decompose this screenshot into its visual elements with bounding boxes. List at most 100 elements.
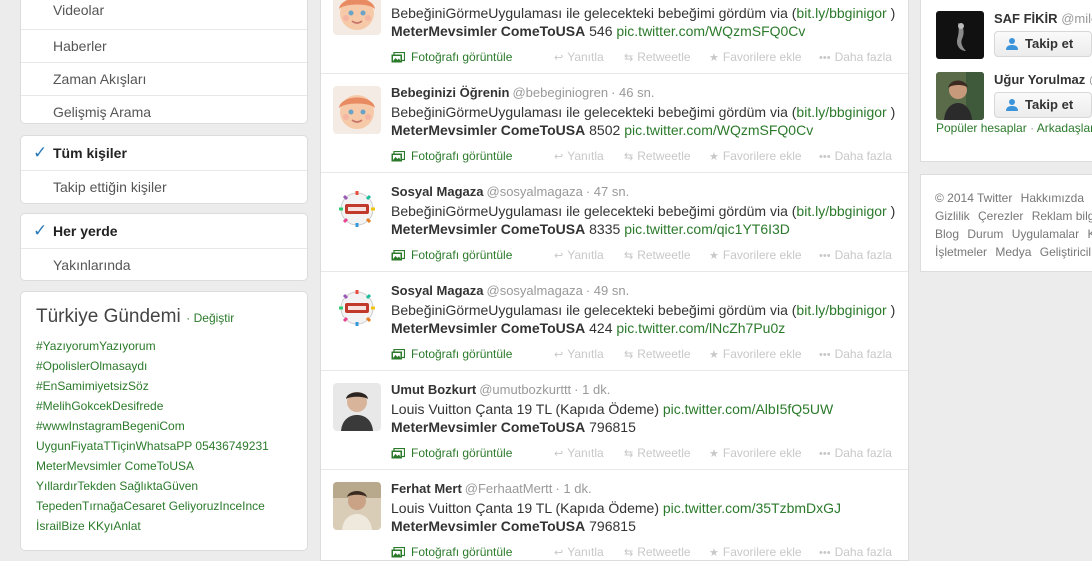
- avatar[interactable]: [333, 482, 381, 530]
- tweet-username[interactable]: @FerhaatMertt: [465, 481, 553, 496]
- footer-link[interactable]: Medya: [995, 245, 1031, 259]
- find-friends-link[interactable]: Arkadaşları: [1037, 121, 1092, 135]
- reply-button[interactable]: ↩ Yanıtla: [554, 545, 604, 559]
- favorite-button[interactable]: ★ Favorilere ekle: [709, 149, 802, 163]
- tweet[interactable]: Sosyal Magaza @sosyalmagaza · 47 sn. Bebeği…: [321, 173, 908, 272]
- footer-link[interactable]: Blog: [935, 227, 959, 241]
- filter-people-you-follow[interactable]: Takip ettiğin kişiler: [21, 170, 307, 203]
- retweet-button[interactable]: ⇆ Retweetle: [624, 545, 691, 559]
- tweet-link[interactable]: pic.twitter.com/35TzbmDxGJ: [663, 500, 841, 516]
- footer-link[interactable]: Reklam bilg: [1032, 209, 1092, 223]
- tweet-fullname[interactable]: Ferhat Mert: [391, 481, 462, 496]
- tweet[interactable]: BebeğiniGörmeUygulaması ile gelecekteki …: [321, 0, 908, 74]
- tweet-fullname[interactable]: Umut Bozkurt: [391, 382, 476, 397]
- nav-videos[interactable]: Videolar: [21, 0, 307, 29]
- tweet-timestamp[interactable]: 49 sn.: [594, 283, 629, 298]
- trend-item[interactable]: #MelihGokcekDesifrede: [36, 396, 292, 416]
- retweet-button[interactable]: ⇆ Retweetle: [624, 149, 691, 163]
- tweet-username[interactable]: @sosyalmagaza: [487, 283, 583, 298]
- trend-item[interactable]: #wwwInstagramBegeniCom: [36, 416, 292, 436]
- view-photo-button[interactable]: Fotoğrafı görüntüle: [391, 50, 512, 66]
- footer-link[interactable]: Gizlilik: [935, 209, 970, 223]
- favorite-button[interactable]: ★ Favorilere ekle: [709, 50, 802, 64]
- footer-link[interactable]: Uygulamalar: [1012, 227, 1079, 241]
- view-photo-button[interactable]: Fotoğrafı görüntüle: [391, 149, 512, 165]
- trend-item[interactable]: #EnSamimiyetsizSöz: [36, 376, 292, 396]
- tweet-link[interactable]: bit.ly/bbginigor: [796, 5, 886, 21]
- reply-button[interactable]: ↩ Yanıtla: [554, 149, 604, 163]
- trend-item[interactable]: MeterMevsimler ComeToUSA: [36, 456, 292, 476]
- tweet-link[interactable]: pic.twitter.com/AlbI5fQ5UW: [663, 401, 833, 417]
- avatar[interactable]: [333, 0, 381, 35]
- more-button[interactable]: ••• Daha fazla: [819, 248, 892, 262]
- more-button[interactable]: ••• Daha fazla: [819, 149, 892, 163]
- tweet-photo-link[interactable]: pic.twitter.com/WQzmSFQ0Cv: [624, 122, 813, 138]
- trend-item[interactable]: #YazıyorumYazıyorum: [36, 336, 292, 356]
- filter-all-people[interactable]: ✓ Tüm kişiler: [21, 136, 307, 170]
- more-button[interactable]: ••• Daha fazla: [819, 545, 892, 559]
- popular-accounts-link[interactable]: Popüler hesaplar: [936, 121, 1027, 135]
- avatar[interactable]: [333, 383, 381, 431]
- footer-link[interactable]: K: [1087, 227, 1092, 241]
- avatar[interactable]: [936, 72, 984, 120]
- tweet[interactable]: Umut Bozkurt @umutbozkurttt · 1 dk. Louis V…: [321, 371, 908, 470]
- tweet[interactable]: Ferhat Mert @FerhaatMertt · 1 dk. Louis Vui…: [321, 470, 908, 560]
- tweet-photo-link[interactable]: pic.twitter.com/WQzmSFQ0Cv: [616, 23, 805, 39]
- tweet-username[interactable]: @bebeginiogren: [512, 85, 608, 100]
- filter-everywhere[interactable]: ✓ Her yerde: [21, 214, 307, 248]
- favorite-button[interactable]: ★ Favorilere ekle: [709, 446, 802, 460]
- footer-link[interactable]: Geliştiricil: [1040, 245, 1091, 259]
- account-name[interactable]: SAF FİKİR @mile: [994, 11, 1092, 26]
- tweet-fullname[interactable]: Sosyal Magaza: [391, 184, 484, 199]
- tweet-timestamp[interactable]: 46 sn.: [619, 85, 654, 100]
- follow-button[interactable]: Takip et: [994, 92, 1092, 118]
- more-button[interactable]: ••• Daha fazla: [819, 347, 892, 361]
- tweet-timestamp[interactable]: 1 dk.: [563, 481, 591, 496]
- tweet-link[interactable]: bit.ly/bbginigor: [796, 302, 886, 318]
- footer-link[interactable]: © 2014 Twitter: [935, 191, 1012, 205]
- more-button[interactable]: ••• Daha fazla: [819, 446, 892, 460]
- trend-item[interactable]: İsrailBize KKyıAnlat: [36, 516, 292, 536]
- reply-button[interactable]: ↩ Yanıtla: [554, 50, 604, 64]
- footer-link[interactable]: Çerezler: [978, 209, 1023, 223]
- reply-button[interactable]: ↩ Yanıtla: [554, 347, 604, 361]
- nav-news[interactable]: Haberler: [21, 29, 307, 62]
- follow-button[interactable]: Takip et: [994, 31, 1092, 57]
- tweet-link[interactable]: bit.ly/bbginigor: [796, 203, 886, 219]
- nav-advanced-search[interactable]: Gelişmiş Arama: [21, 95, 307, 123]
- tweet-photo-link[interactable]: pic.twitter.com/qic1YT6I3D: [624, 221, 790, 237]
- footer-link[interactable]: İşletmeler: [935, 245, 987, 259]
- trend-item[interactable]: #OpolislerOlmasaydı: [36, 356, 292, 376]
- retweet-button[interactable]: ⇆ Retweetle: [624, 248, 691, 262]
- avatar[interactable]: [936, 11, 984, 59]
- view-photo-button[interactable]: Fotoğrafı görüntüle: [391, 248, 512, 264]
- trends-change-link[interactable]: · Değiştir: [186, 311, 234, 325]
- tweet[interactable]: Sosyal Magaza @sosyalmagaza · 49 sn. Bebeği…: [321, 272, 908, 371]
- avatar[interactable]: [333, 185, 381, 233]
- view-photo-button[interactable]: Fotoğrafı görüntüle: [391, 347, 512, 363]
- reply-button[interactable]: ↩ Yanıtla: [554, 446, 604, 460]
- more-button[interactable]: ••• Daha fazla: [819, 50, 892, 64]
- nav-timelines[interactable]: Zaman Akışları: [21, 62, 307, 95]
- view-photo-button[interactable]: Fotoğrafı görüntüle: [391, 446, 512, 462]
- account-name[interactable]: Uğur Yorulmaz @: [994, 72, 1092, 87]
- favorite-button[interactable]: ★ Favorilere ekle: [709, 347, 802, 361]
- favorite-button[interactable]: ★ Favorilere ekle: [709, 248, 802, 262]
- retweet-button[interactable]: ⇆ Retweetle: [624, 347, 691, 361]
- tweet[interactable]: Bebeginizi Öğrenin @bebeginiogren · 46 sn.…: [321, 74, 908, 173]
- reply-button[interactable]: ↩ Yanıtla: [554, 248, 604, 262]
- footer-link[interactable]: Durum: [967, 227, 1003, 241]
- tweet-timestamp[interactable]: 47 sn.: [594, 184, 629, 199]
- avatar[interactable]: [333, 284, 381, 332]
- tweet-fullname[interactable]: Bebeginizi Öğrenin: [391, 85, 509, 100]
- trend-item[interactable]: YıllardırTekden SağlıktaGüven: [36, 476, 292, 496]
- tweet-username[interactable]: @umutbozkurttt: [479, 382, 571, 397]
- view-photo-button[interactable]: Fotoğrafı görüntüle: [391, 545, 512, 560]
- filter-nearby[interactable]: Yakınlarında: [21, 248, 307, 280]
- trend-item[interactable]: UygunFiyataTTiçinWhatsaPP 05436749231: [36, 436, 292, 456]
- retweet-button[interactable]: ⇆ Retweetle: [624, 50, 691, 64]
- tweet-photo-link[interactable]: pic.twitter.com/lNcZh7Pu0z: [616, 320, 785, 336]
- tweet-username[interactable]: @sosyalmagaza: [487, 184, 583, 199]
- trend-item[interactable]: TepedenTırnağaCesaret GeliyoruzInceInce: [36, 496, 292, 516]
- retweet-button[interactable]: ⇆ Retweetle: [624, 446, 691, 460]
